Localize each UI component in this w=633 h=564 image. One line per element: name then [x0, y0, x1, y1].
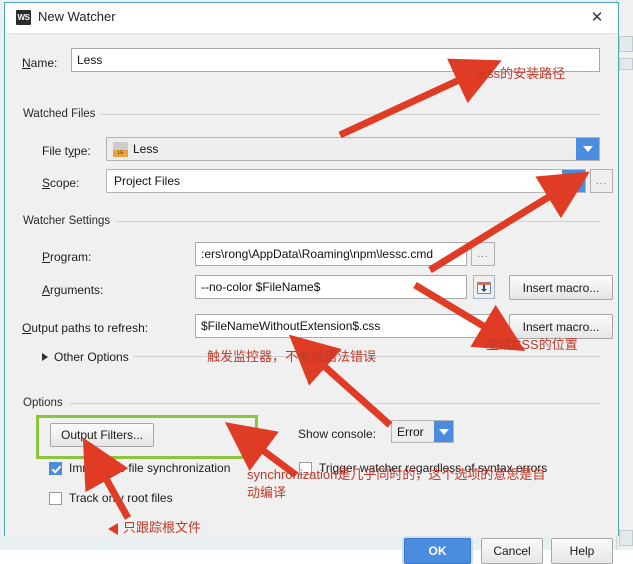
cancel-button[interactable]: Cancel	[481, 538, 543, 564]
background-chip	[619, 58, 633, 70]
chevron-right-icon	[42, 353, 48, 361]
background-chip	[619, 530, 633, 546]
show-console-label: Show console:	[298, 427, 377, 441]
chevron-down-icon[interactable]	[562, 170, 585, 192]
arguments-label: Arguments:	[42, 283, 104, 297]
arguments-insert-macro-button[interactable]: Insert macro...	[509, 275, 613, 300]
output-paths-label: Output paths to refresh:	[22, 321, 149, 335]
help-button[interactable]: Help	[551, 538, 613, 564]
webstorm-logo-icon: WS	[16, 10, 31, 25]
output-paths-input-value: $FileNameWithoutExtension$.css	[201, 319, 381, 333]
scope-label: Scope:	[42, 176, 80, 190]
file-type-combo[interactable]: Less	[106, 137, 600, 161]
checkbox-box	[299, 461, 312, 475]
scope-value: Project Files	[114, 174, 181, 188]
group-divider	[70, 403, 600, 404]
program-label: Program:	[42, 250, 92, 264]
name-label-text: ame:	[30, 56, 58, 70]
highlight-box-immediate-sync	[36, 415, 258, 459]
output-paths-input[interactable]: $FileNameWithoutExtension$.css	[195, 314, 495, 338]
track-only-root-files-label: Track only root files	[69, 491, 173, 505]
checkbox-box	[49, 491, 62, 505]
scope-browse-button[interactable]: ...	[590, 169, 613, 193]
insert-macro-icon	[477, 282, 491, 294]
insert-macro-icon-button[interactable]	[473, 275, 495, 299]
close-icon[interactable]: ✕	[576, 3, 618, 32]
file-type-label: File type:	[42, 144, 91, 158]
chevron-down-icon[interactable]	[576, 138, 599, 160]
group-divider	[115, 221, 600, 222]
arguments-input-value: --no-color $FileName$	[201, 280, 321, 294]
name-input-value: Less	[77, 53, 103, 67]
dialog-body: Name: Less Watched Files File type: Less…	[5, 34, 618, 564]
scope-combo[interactable]: Project Files	[106, 169, 586, 193]
name-input[interactable]: Less	[71, 48, 600, 72]
dialog-titlebar: WS New Watcher ✕	[5, 3, 618, 34]
background-chip	[619, 36, 633, 52]
dialog-title: New Watcher	[38, 9, 116, 24]
watcher-settings-group-label: Watcher Settings	[23, 215, 116, 227]
checkbox-box	[49, 461, 62, 475]
program-input[interactable]: :ers\rong\AppData\Roaming\npm\lessc.cmd	[195, 242, 467, 266]
trigger-watcher-label: Trigger watcher regardless of syntax err…	[319, 461, 548, 475]
show-console-combo[interactable]: Error	[391, 420, 454, 443]
program-input-value: :ers\rong\AppData\Roaming\npm\lessc.cmd	[201, 247, 434, 261]
output-paths-insert-macro-button[interactable]: Insert macro...	[509, 314, 613, 339]
less-file-icon	[113, 141, 128, 157]
track-only-root-files-checkbox[interactable]: Track only root files	[49, 491, 173, 505]
options-group-label: Options	[23, 397, 68, 409]
group-divider	[100, 114, 600, 115]
show-console-value: Error	[397, 424, 424, 439]
name-label: Name:	[22, 56, 58, 70]
watched-files-group-label: Watched Files	[23, 108, 101, 120]
file-type-value: Less	[133, 142, 159, 156]
group-divider	[133, 356, 600, 357]
trigger-watcher-checkbox[interactable]: Trigger watcher regardless of syntax err…	[299, 461, 547, 475]
program-browse-button[interactable]: ...	[471, 242, 495, 266]
ok-button[interactable]: OK	[404, 538, 471, 564]
chevron-down-icon[interactable]	[434, 421, 453, 442]
immediate-file-synchronization-label: Immediate file synchronization	[69, 461, 231, 475]
immediate-file-synchronization-checkbox[interactable]: Immediate file synchronization	[49, 461, 230, 475]
other-options-expander[interactable]: Other Options	[42, 350, 129, 364]
arguments-input[interactable]: --no-color $FileName$	[195, 275, 467, 299]
screen-root: WS New Watcher ✕ Name: Less Watched File…	[0, 0, 633, 564]
other-options-label: Other Options	[54, 350, 129, 364]
